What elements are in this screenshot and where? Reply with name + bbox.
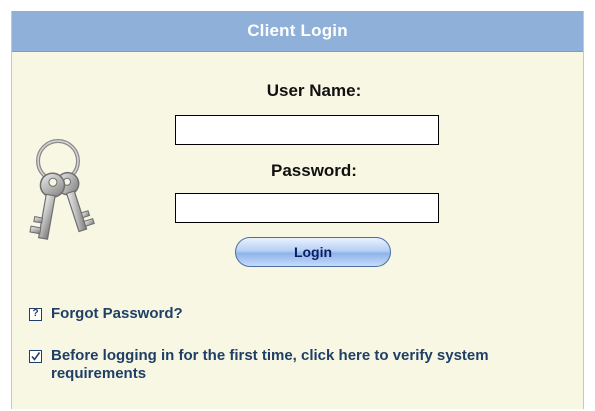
username-input[interactable] bbox=[175, 115, 439, 145]
login-button[interactable]: Login bbox=[235, 237, 391, 267]
keys-icon bbox=[29, 139, 95, 240]
password-input[interactable] bbox=[175, 193, 439, 223]
password-label: Password: bbox=[271, 161, 357, 180]
forgot-password-text: Forgot Password? bbox=[51, 305, 183, 322]
client-login-panel: Client Login User Name: Password: Login … bbox=[11, 11, 584, 409]
forgot-password-link[interactable]: ? Forgot Password? bbox=[29, 305, 183, 323]
verify-requirements-link[interactable]: Before logging in for the first time, cl… bbox=[29, 347, 549, 383]
panel-title: Client Login bbox=[247, 21, 348, 40]
username-label: User Name: bbox=[266, 81, 362, 100]
panel-header: Client Login bbox=[12, 11, 583, 52]
question-box-icon: ? bbox=[29, 308, 42, 321]
checkbox-check-icon bbox=[29, 350, 42, 363]
verify-requirements-text: Before logging in for the first time, cl… bbox=[51, 347, 489, 382]
